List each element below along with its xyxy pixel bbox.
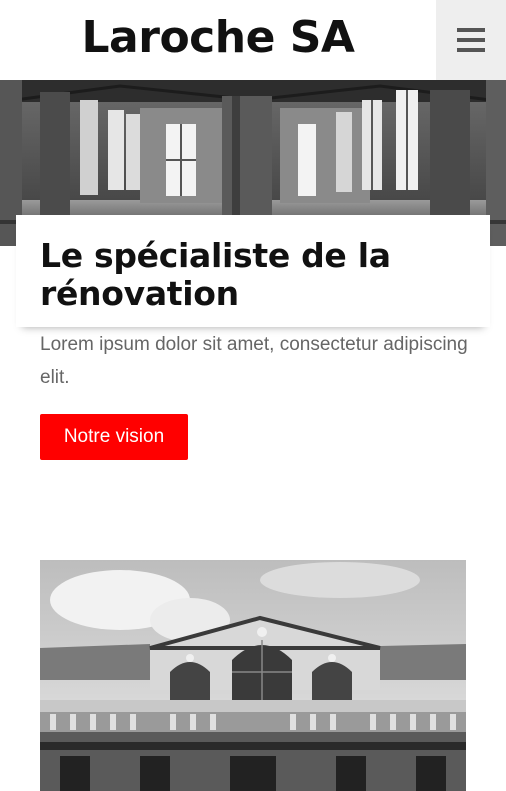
page-headline: Le spécialiste de la rénovation [40,236,391,313]
site-header: Laroche SA [0,0,506,80]
site-brand[interactable]: Laroche SA [0,10,436,66]
page: Laroche SA Le spécialiste de la rénovati… [0,0,506,791]
intro-text: Lorem ipsum dolor sit amet, consectetur … [40,334,468,388]
hamburger-menu-icon [457,28,485,52]
headline-card: Le spécialiste de la rénovation [16,215,490,327]
building-image [40,560,466,791]
vision-button[interactable]: Notre vision [40,414,188,460]
menu-button[interactable] [436,0,506,80]
